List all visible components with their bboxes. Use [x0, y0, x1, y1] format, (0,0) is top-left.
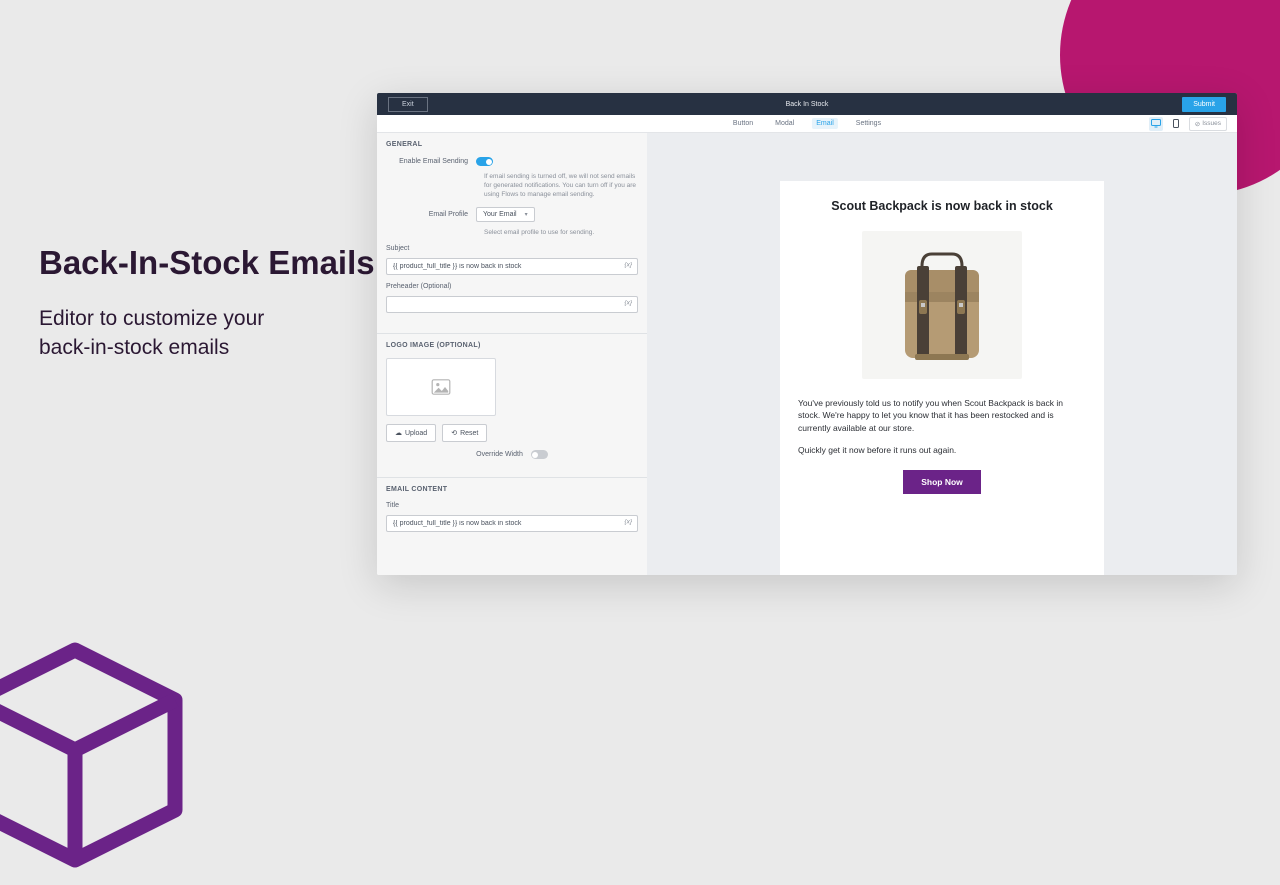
variable-icon[interactable]: {x}: [624, 262, 632, 269]
email-preview-card: Scout Backpack is now back in stock: [780, 181, 1104, 575]
app-window: Exit Back In Stock Submit Button Modal E…: [377, 93, 1237, 575]
preheader-label: Preheader (Optional): [386, 283, 638, 290]
product-image: [862, 231, 1022, 379]
logo-upload-dropzone[interactable]: [386, 358, 496, 416]
enable-email-toggle[interactable]: [476, 157, 493, 166]
header-title: Back In Stock: [786, 101, 829, 108]
override-width-toggle[interactable]: [531, 450, 548, 459]
variable-icon[interactable]: {x}: [624, 300, 632, 307]
tab-bar: Button Modal Email Settings ⊘ Issues: [377, 115, 1237, 133]
section-content-header: EMAIL CONTENT: [377, 477, 647, 498]
preheader-input[interactable]: [386, 296, 638, 313]
email-body-paragraph-1: You've previously told us to notify you …: [798, 397, 1086, 434]
image-placeholder-icon: [431, 379, 451, 395]
issues-button[interactable]: ⊘ Issues: [1189, 117, 1227, 131]
override-width-label: Override Width: [476, 451, 531, 458]
email-profile-label: Email Profile: [386, 211, 476, 218]
hero-text: Back-In-Stock Emails Editor to customize…: [39, 244, 375, 363]
shop-now-button[interactable]: Shop Now: [903, 470, 981, 494]
tab-email[interactable]: Email: [812, 118, 838, 129]
tab-modal[interactable]: Modal: [771, 118, 798, 129]
mobile-view-button[interactable]: [1169, 117, 1183, 131]
upload-icon: ☁: [395, 429, 402, 437]
email-body-paragraph-2: Quickly get it now before it runs out ag…: [798, 444, 1086, 456]
app-body: GENERAL Enable Email Sending If email se…: [377, 133, 1237, 575]
exit-button[interactable]: Exit: [388, 97, 428, 112]
hero-title: Back-In-Stock Emails: [39, 244, 375, 282]
upload-button[interactable]: ☁ Upload: [386, 424, 436, 442]
mobile-icon: [1173, 119, 1179, 128]
title-input[interactable]: [386, 515, 638, 532]
section-general-header: GENERAL: [377, 133, 647, 153]
decorative-cube: [0, 630, 200, 880]
app-header: Exit Back In Stock Submit: [377, 93, 1237, 115]
reset-icon: ⟲: [451, 429, 457, 437]
warning-icon: ⊘: [1195, 120, 1200, 128]
preview-pane: Scout Backpack is now back in stock: [647, 133, 1237, 575]
email-title: Scout Backpack is now back in stock: [798, 199, 1086, 213]
enable-email-label: Enable Email Sending: [386, 158, 476, 165]
email-profile-help: Select email profile to use for sending.: [484, 228, 638, 237]
backpack-icon: [877, 240, 1007, 370]
title-label: Title: [386, 502, 638, 509]
sidebar[interactable]: GENERAL Enable Email Sending If email se…: [377, 133, 647, 575]
tab-button[interactable]: Button: [729, 118, 757, 129]
section-logo-header: LOGO IMAGE (OPTIONAL): [377, 333, 647, 354]
submit-button[interactable]: Submit: [1182, 97, 1226, 112]
tab-settings[interactable]: Settings: [852, 118, 885, 129]
email-profile-select[interactable]: Your Email ▾: [476, 207, 535, 222]
hero-subtitle: Editor to customize your back-in-stock e…: [39, 304, 375, 363]
subject-input[interactable]: [386, 258, 638, 275]
variable-icon[interactable]: {x}: [624, 519, 632, 526]
desktop-view-button[interactable]: [1149, 117, 1163, 131]
reset-button[interactable]: ⟲ Reset: [442, 424, 487, 442]
chevron-down-icon: ▾: [525, 211, 528, 218]
subject-label: Subject: [386, 245, 638, 252]
enable-email-help: If email sending is turned off, we will …: [484, 172, 638, 199]
desktop-icon: [1151, 119, 1161, 128]
